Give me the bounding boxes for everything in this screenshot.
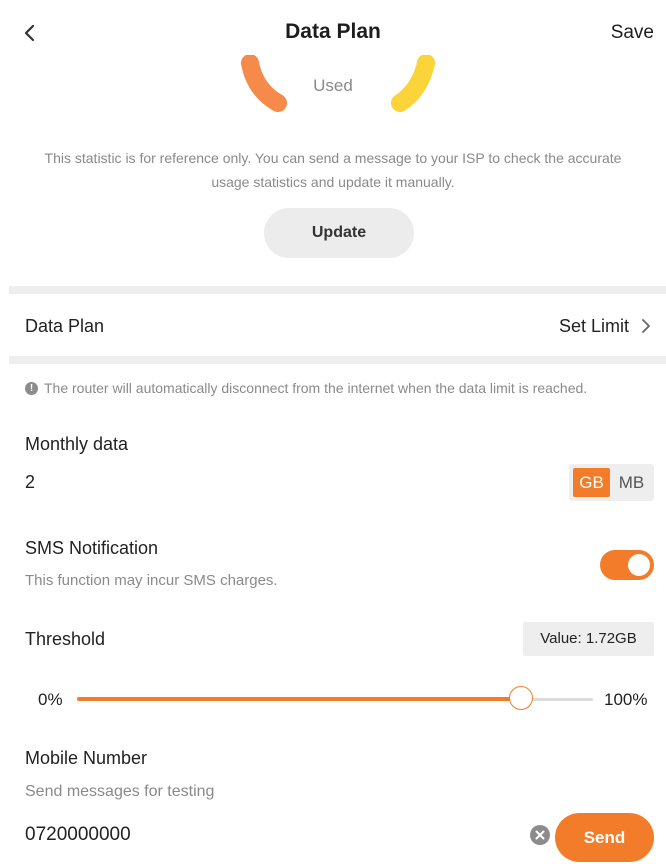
unit-switch: GB MB [569, 464, 654, 501]
disclaimer-text: This statistic is for reference only. Yo… [44, 150, 622, 190]
update-button[interactable]: Update [264, 208, 414, 258]
slider-thumb[interactable] [508, 686, 533, 710]
toggle-knob [628, 554, 650, 576]
chevron-right-icon [642, 319, 650, 333]
sms-notification-label: SMS Notification [25, 538, 159, 558]
threshold-label: Threshold [25, 629, 106, 649]
set-limit-value: Set Limit [558, 316, 629, 336]
mobile-number-sub: Send messages for testing [25, 783, 215, 800]
sms-notification-toggle[interactable] [600, 550, 654, 580]
limit-notice: ! The router will automatically disconne… [25, 380, 587, 396]
section-divider [9, 356, 666, 364]
monthly-data-input[interactable]: 2 [25, 472, 35, 493]
sms-notification-sub: This function may incur SMS charges. [25, 572, 278, 589]
section-divider [9, 286, 666, 294]
slider-fill [77, 697, 521, 701]
mobile-number-label: Mobile Number [25, 748, 148, 768]
threshold-slider[interactable] [77, 684, 593, 714]
data-plan-label: Data Plan [25, 316, 105, 336]
gauge-label: Used [313, 76, 353, 95]
clear-icon [535, 830, 545, 840]
mobile-number-input[interactable] [25, 820, 515, 850]
monthly-data-label: Monthly data [25, 434, 129, 454]
slider-min-label: 0% [38, 690, 63, 709]
threshold-value-badge: Value: 1.72GB [523, 622, 654, 656]
unit-gb-option[interactable]: GB [573, 468, 610, 497]
info-icon: ! [25, 381, 38, 395]
page-title: Data Plan [285, 20, 381, 43]
clear-input-button[interactable] [530, 825, 550, 845]
data-plan-row[interactable]: Data Plan Set Limit [0, 296, 666, 356]
data-plan-page: Data Plan Save Used This statistic is fo… [0, 0, 666, 864]
send-button[interactable]: Send [555, 813, 654, 862]
slider-max-label: 100% [604, 690, 648, 709]
save-button[interactable]: Save [611, 22, 654, 44]
unit-mb-option[interactable]: MB [613, 468, 650, 497]
header: Data Plan Save [0, 0, 666, 62]
limit-notice-text: The router will automatically disconnect… [44, 380, 588, 396]
